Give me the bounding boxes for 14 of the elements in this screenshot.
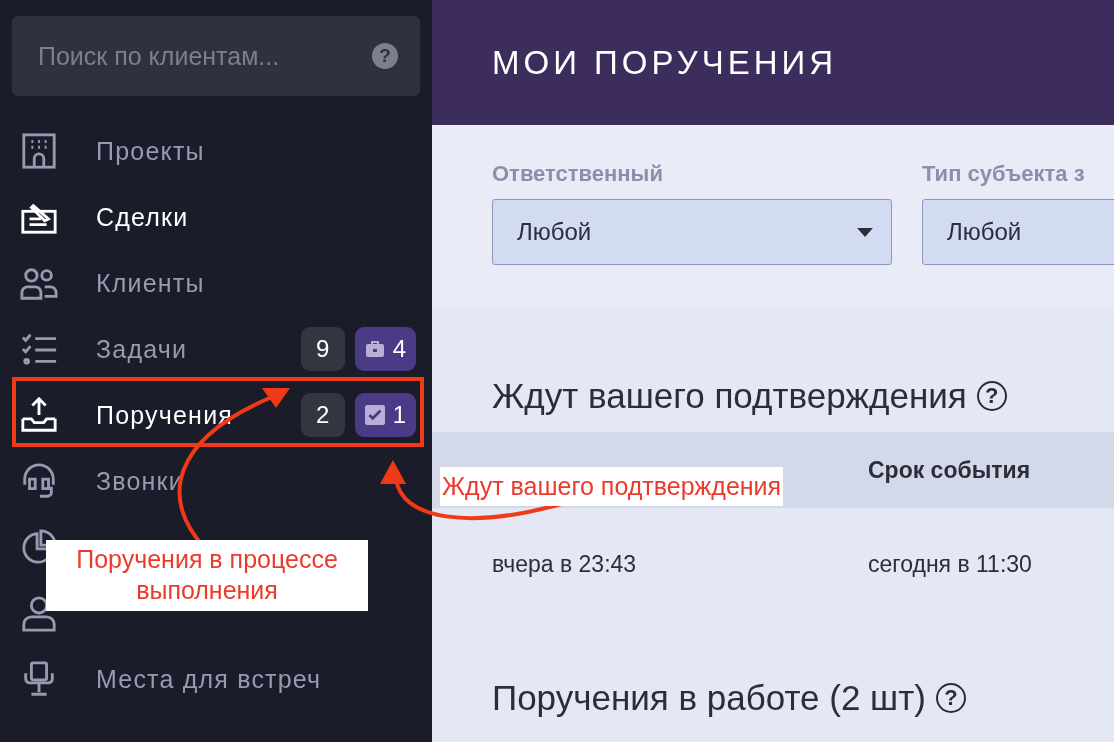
section-title: Поручения в работе (2 шт)	[492, 678, 926, 718]
count-badge: 2	[300, 393, 345, 437]
table-cell-text: вчера в 23:43	[492, 550, 638, 578]
filter-label: Ответственный	[492, 161, 664, 187]
table-cell: сегодня в 11:30	[868, 550, 1032, 578]
annotation-tooltip: Ждут вашего подтверждения	[440, 467, 784, 507]
annotation-tooltip: Поручения в процессе выполнения	[46, 540, 368, 611]
page-title: МОИ ПОРУЧЕНИЯ	[492, 43, 838, 82]
count-badge: 1	[354, 393, 416, 437]
filter-label: Тип субъекта з	[922, 161, 1086, 187]
count-badge: 9	[300, 327, 345, 371]
count-badge: 4	[354, 327, 416, 371]
section-title: Ждут вашего подтверждения	[492, 376, 967, 416]
column-header: Срок события	[868, 456, 1031, 484]
